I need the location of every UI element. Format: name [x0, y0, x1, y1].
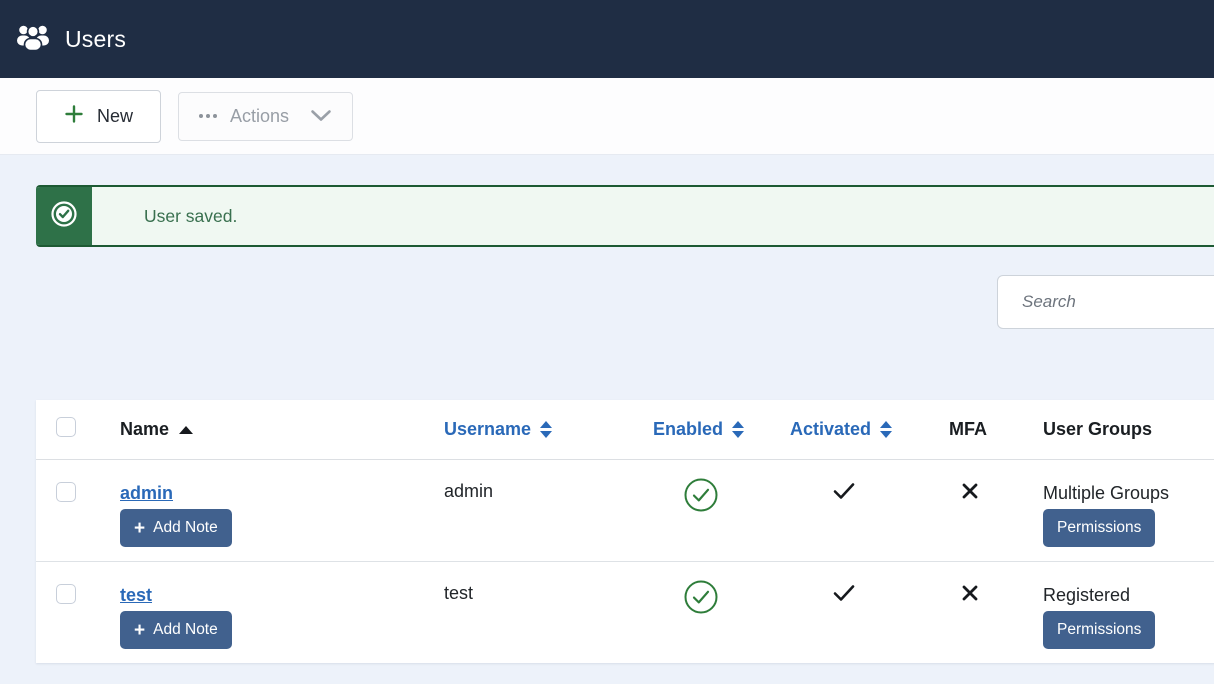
chevron-down-icon: [310, 106, 332, 127]
table-row: test + Add Note test: [36, 562, 1214, 663]
column-header-username[interactable]: Username: [444, 419, 653, 440]
x-icon: [961, 487, 979, 504]
user-name-link[interactable]: admin: [120, 480, 173, 507]
permissions-button[interactable]: Permissions: [1043, 611, 1155, 649]
select-all-cell: [36, 417, 120, 442]
app-header: Users: [0, 0, 1214, 78]
row-select-cell: [36, 562, 120, 609]
users-icon: [15, 22, 51, 56]
enabled-cell[interactable]: [653, 460, 790, 518]
success-alert: User saved.: [36, 185, 1214, 247]
user-name-link[interactable]: test: [120, 582, 152, 609]
column-header-activated[interactable]: Activated: [790, 419, 949, 440]
select-all-checkbox[interactable]: [56, 417, 76, 437]
column-header-mfa: MFA: [949, 419, 1043, 440]
search-input[interactable]: [997, 275, 1214, 329]
enabled-check-circle-icon: [683, 602, 719, 619]
plus-icon: +: [134, 519, 145, 538]
groups-label: Multiple Groups: [1043, 480, 1169, 507]
users-table: Name Username Enabled Activated MFA User…: [36, 400, 1214, 663]
actions-button-label: Actions: [230, 106, 289, 127]
x-icon: [961, 589, 979, 606]
permissions-button[interactable]: Permissions: [1043, 509, 1155, 547]
row-checkbox[interactable]: [56, 584, 76, 604]
activated-cell: [790, 460, 949, 505]
table-row: admin + Add Note admin: [36, 460, 1214, 562]
column-header-name[interactable]: Name: [120, 419, 444, 440]
actions-button[interactable]: Actions: [178, 92, 353, 141]
sort-icon: [880, 421, 892, 438]
check-icon: [833, 487, 855, 504]
new-button[interactable]: New: [36, 90, 161, 143]
sort-icon: [732, 421, 744, 438]
username-cell: admin: [444, 460, 653, 502]
row-select-cell: [36, 460, 120, 507]
name-cell: admin + Add Note: [120, 460, 444, 547]
mfa-cell: [949, 562, 1043, 607]
page-title: Users: [65, 26, 126, 53]
check-circle-icon: [50, 200, 78, 233]
alert-message: User saved.: [92, 187, 1214, 245]
add-note-label: Add Note: [153, 519, 218, 537]
sort-icon: [540, 421, 552, 438]
column-header-activated-label: Activated: [790, 419, 871, 440]
column-header-mfa-label: MFA: [949, 419, 987, 440]
new-button-label: New: [97, 106, 133, 127]
username-cell: test: [444, 562, 653, 604]
add-note-button[interactable]: + Add Note: [120, 509, 232, 547]
add-note-label: Add Note: [153, 621, 218, 639]
sort-ascending-icon: [179, 426, 193, 434]
column-header-groups-label: User Groups: [1043, 419, 1152, 440]
content-area: User saved. Name Username Enabled Activa…: [0, 155, 1214, 684]
enabled-check-circle-icon: [683, 500, 719, 517]
enabled-cell[interactable]: [653, 562, 790, 620]
mfa-cell: [949, 460, 1043, 505]
permissions-label: Permissions: [1057, 621, 1141, 639]
table-header-row: Name Username Enabled Activated MFA User…: [36, 400, 1214, 460]
plus-icon: +: [134, 621, 145, 640]
column-header-username-label: Username: [444, 419, 531, 440]
row-checkbox[interactable]: [56, 482, 76, 502]
activated-cell: [790, 562, 949, 607]
add-note-button[interactable]: + Add Note: [120, 611, 232, 649]
toolbar: New Actions: [0, 78, 1214, 155]
check-icon: [833, 589, 855, 606]
permissions-label: Permissions: [1057, 519, 1141, 537]
groups-cell: Multiple Groups Permissions: [1043, 460, 1214, 547]
ellipsis-icon: [199, 114, 217, 118]
plus-icon: [64, 104, 84, 129]
column-header-enabled-label: Enabled: [653, 419, 723, 440]
groups-label: Registered: [1043, 582, 1130, 609]
groups-cell: Registered Permissions: [1043, 562, 1214, 649]
column-header-groups: User Groups: [1043, 419, 1214, 440]
alert-icon-box: [36, 187, 92, 245]
column-header-name-label: Name: [120, 419, 169, 440]
name-cell: test + Add Note: [120, 562, 444, 649]
column-header-enabled[interactable]: Enabled: [653, 419, 790, 440]
